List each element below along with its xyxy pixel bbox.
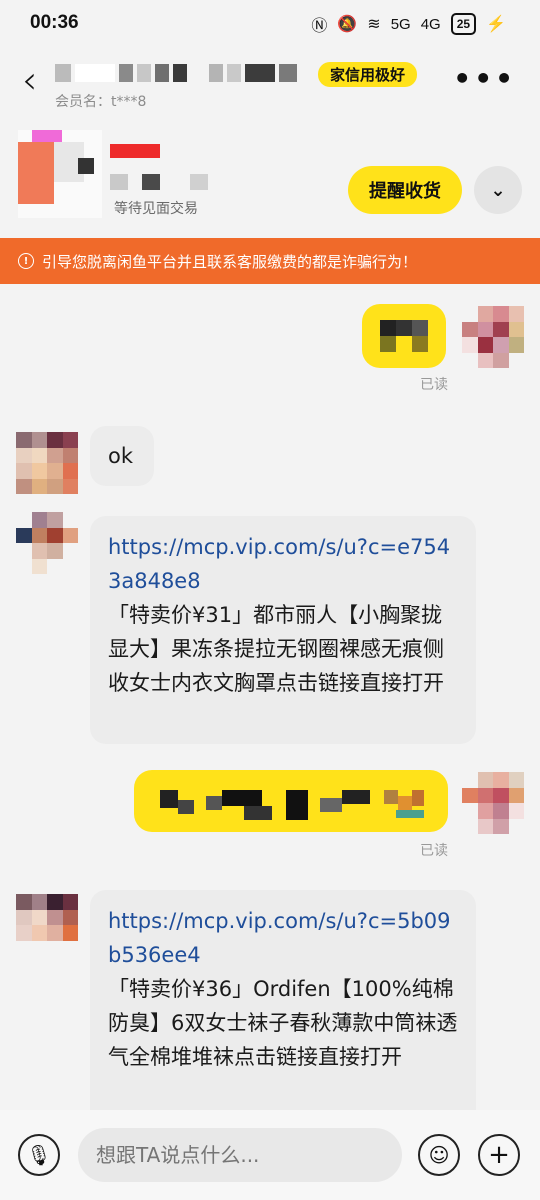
outgoing-message-blurred[interactable] bbox=[134, 770, 448, 832]
fraud-warning-banner: ! 引导您脱离闲鱼平台并且联系客服缴费的都是诈骗行为！ bbox=[0, 238, 540, 284]
remind-receipt-button[interactable]: 提醒收货 bbox=[348, 166, 462, 214]
message-text: 「特卖价¥36」Ordifen【100%纯棉防臭】6双女士袜子春秋薄款中筒袜透气… bbox=[108, 977, 458, 1069]
warning-text: 引导您脱离闲鱼平台并且联系客服缴费的都是诈骗行为！ bbox=[42, 252, 418, 271]
clock: 00:36 bbox=[30, 12, 79, 33]
seller-avatar[interactable] bbox=[16, 894, 78, 956]
credit-badge: 家信用极好 bbox=[318, 62, 418, 87]
product-link[interactable]: https://mcp.vip.com/s/u?c=5b09b536ee4 bbox=[108, 904, 458, 972]
message-input[interactable] bbox=[78, 1128, 402, 1182]
mic-icon[interactable]: 🎙 bbox=[18, 1134, 60, 1176]
battery-indicator: 25 bbox=[450, 13, 477, 35]
mute-icon: 🔕 bbox=[337, 16, 358, 33]
more-icon[interactable]: ••• bbox=[453, 62, 516, 95]
emoji-icon[interactable]: ☺ bbox=[418, 1134, 460, 1176]
back-icon[interactable]: ‹ bbox=[22, 60, 37, 100]
my-avatar[interactable] bbox=[462, 306, 524, 368]
incoming-link-message[interactable]: https://mcp.vip.com/s/u?c=e7543a848e8 「特… bbox=[90, 516, 476, 744]
product-link[interactable]: https://mcp.vip.com/s/u?c=e7543a848e8 bbox=[108, 530, 458, 598]
read-receipt: 已读 bbox=[420, 843, 448, 859]
status-icons: Ⓝ 🔕 ≋ 5G 4G 25 ⚡ bbox=[311, 12, 506, 36]
trade-status: 等待见面交易 bbox=[114, 201, 198, 217]
nfc-icon: Ⓝ bbox=[311, 18, 328, 35]
chat-header: ‹ 家信用极好 会员名：t***8 ••• 等待见面交易 提醒收货 ⌄ bbox=[0, 48, 540, 238]
outgoing-message-blurred[interactable] bbox=[362, 304, 446, 368]
warning-icon: ! bbox=[18, 253, 34, 269]
network-5g: 5G bbox=[390, 15, 411, 33]
message-text: ok bbox=[108, 444, 134, 468]
chevron-down-icon[interactable]: ⌄ bbox=[474, 166, 522, 214]
read-receipt: 已读 bbox=[420, 377, 448, 393]
status-bar: 00:36 Ⓝ 🔕 ≋ 5G 4G 25 ⚡ bbox=[0, 0, 540, 48]
seller-avatar[interactable] bbox=[16, 512, 78, 574]
wifi-icon: ≋ bbox=[367, 16, 381, 33]
product-thumbnail[interactable] bbox=[18, 130, 102, 218]
my-avatar[interactable] bbox=[462, 772, 524, 834]
incoming-link-message[interactable]: https://mcp.vip.com/s/u?c=5b09b536ee4 「特… bbox=[90, 890, 476, 1110]
product-info-blurred[interactable] bbox=[78, 144, 238, 194]
input-bar: 🎙 ☺ + bbox=[0, 1110, 540, 1200]
charging-icon: ⚡ bbox=[486, 16, 506, 33]
incoming-message[interactable]: ok bbox=[90, 426, 154, 486]
plus-icon[interactable]: + bbox=[478, 1134, 520, 1176]
chat-list[interactable]: 已读 ok https://mcp.vip.com/s/u?c=e7543a84… bbox=[0, 284, 540, 1110]
seller-name-blurred bbox=[55, 64, 305, 82]
member-name: 会员名：t***8 bbox=[55, 94, 147, 110]
message-text: 「特卖价¥31」都市丽人【小胸聚拢显大】果冻条提拉无钢圈裸感无痕侧收女士内衣文胸… bbox=[108, 603, 444, 695]
seller-avatar[interactable] bbox=[16, 432, 78, 494]
network-4g: 4G bbox=[420, 15, 441, 33]
